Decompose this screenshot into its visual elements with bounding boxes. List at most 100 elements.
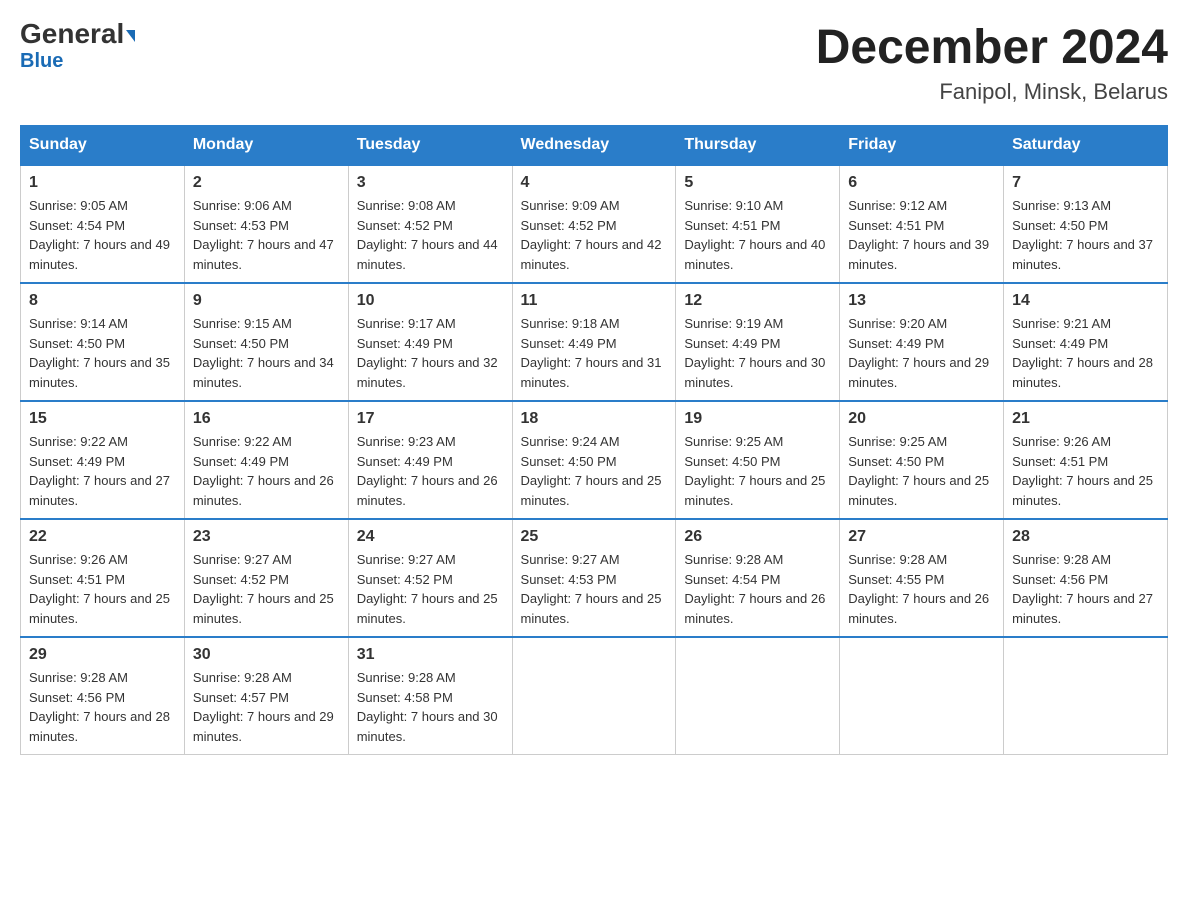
- day-info: Sunrise: 9:28 AM Sunset: 4:54 PM Dayligh…: [684, 550, 831, 628]
- day-number: 16: [193, 410, 340, 428]
- table-row: 22 Sunrise: 9:26 AM Sunset: 4:51 PM Dayl…: [21, 519, 185, 637]
- table-row: 11 Sunrise: 9:18 AM Sunset: 4:49 PM Dayl…: [512, 283, 676, 401]
- table-row: 23 Sunrise: 9:27 AM Sunset: 4:52 PM Dayl…: [184, 519, 348, 637]
- table-row: 15 Sunrise: 9:22 AM Sunset: 4:49 PM Dayl…: [21, 401, 185, 519]
- table-row: 1 Sunrise: 9:05 AM Sunset: 4:54 PM Dayli…: [21, 165, 185, 283]
- title-block: December 2024 Fanipol, Minsk, Belarus: [816, 20, 1168, 105]
- day-info: Sunrise: 9:23 AM Sunset: 4:49 PM Dayligh…: [357, 432, 504, 510]
- day-number: 13: [848, 292, 995, 310]
- day-info: Sunrise: 9:12 AM Sunset: 4:51 PM Dayligh…: [848, 196, 995, 274]
- table-row: 21 Sunrise: 9:26 AM Sunset: 4:51 PM Dayl…: [1004, 401, 1168, 519]
- day-info: Sunrise: 9:22 AM Sunset: 4:49 PM Dayligh…: [29, 432, 176, 510]
- table-row: 29 Sunrise: 9:28 AM Sunset: 4:56 PM Dayl…: [21, 637, 185, 755]
- table-row: 8 Sunrise: 9:14 AM Sunset: 4:50 PM Dayli…: [21, 283, 185, 401]
- day-number: 1: [29, 174, 176, 192]
- day-info: Sunrise: 9:20 AM Sunset: 4:49 PM Dayligh…: [848, 314, 995, 392]
- day-info: Sunrise: 9:28 AM Sunset: 4:56 PM Dayligh…: [1012, 550, 1159, 628]
- table-row: 4 Sunrise: 9:09 AM Sunset: 4:52 PM Dayli…: [512, 165, 676, 283]
- day-number: 17: [357, 410, 504, 428]
- table-row: [840, 637, 1004, 755]
- table-row: 18 Sunrise: 9:24 AM Sunset: 4:50 PM Dayl…: [512, 401, 676, 519]
- day-info: Sunrise: 9:28 AM Sunset: 4:55 PM Dayligh…: [848, 550, 995, 628]
- table-row: [512, 637, 676, 755]
- day-info: Sunrise: 9:09 AM Sunset: 4:52 PM Dayligh…: [521, 196, 668, 274]
- day-number: 23: [193, 528, 340, 546]
- day-info: Sunrise: 9:13 AM Sunset: 4:50 PM Dayligh…: [1012, 196, 1159, 274]
- table-row: 14 Sunrise: 9:21 AM Sunset: 4:49 PM Dayl…: [1004, 283, 1168, 401]
- day-number: 31: [357, 646, 504, 664]
- day-info: Sunrise: 9:08 AM Sunset: 4:52 PM Dayligh…: [357, 196, 504, 274]
- day-number: 30: [193, 646, 340, 664]
- day-info: Sunrise: 9:26 AM Sunset: 4:51 PM Dayligh…: [29, 550, 176, 628]
- day-info: Sunrise: 9:28 AM Sunset: 4:56 PM Dayligh…: [29, 668, 176, 746]
- day-number: 5: [684, 174, 831, 192]
- table-row: 16 Sunrise: 9:22 AM Sunset: 4:49 PM Dayl…: [184, 401, 348, 519]
- day-info: Sunrise: 9:22 AM Sunset: 4:49 PM Dayligh…: [193, 432, 340, 510]
- col-monday: Monday: [184, 126, 348, 166]
- page-header: General Blue December 2024 Fanipol, Mins…: [20, 20, 1168, 105]
- day-number: 26: [684, 528, 831, 546]
- day-number: 24: [357, 528, 504, 546]
- day-number: 10: [357, 292, 504, 310]
- day-info: Sunrise: 9:10 AM Sunset: 4:51 PM Dayligh…: [684, 196, 831, 274]
- day-info: Sunrise: 9:27 AM Sunset: 4:52 PM Dayligh…: [193, 550, 340, 628]
- col-tuesday: Tuesday: [348, 126, 512, 166]
- day-number: 19: [684, 410, 831, 428]
- day-number: 18: [521, 410, 668, 428]
- table-row: 25 Sunrise: 9:27 AM Sunset: 4:53 PM Dayl…: [512, 519, 676, 637]
- day-info: Sunrise: 9:28 AM Sunset: 4:57 PM Dayligh…: [193, 668, 340, 746]
- table-row: 20 Sunrise: 9:25 AM Sunset: 4:50 PM Dayl…: [840, 401, 1004, 519]
- calendar-week-row: 22 Sunrise: 9:26 AM Sunset: 4:51 PM Dayl…: [21, 519, 1168, 637]
- logo-main: General: [20, 20, 135, 48]
- day-number: 25: [521, 528, 668, 546]
- day-number: 14: [1012, 292, 1159, 310]
- table-row: 17 Sunrise: 9:23 AM Sunset: 4:49 PM Dayl…: [348, 401, 512, 519]
- day-number: 2: [193, 174, 340, 192]
- day-number: 22: [29, 528, 176, 546]
- table-row: 31 Sunrise: 9:28 AM Sunset: 4:58 PM Dayl…: [348, 637, 512, 755]
- col-friday: Friday: [840, 126, 1004, 166]
- calendar-week-row: 1 Sunrise: 9:05 AM Sunset: 4:54 PM Dayli…: [21, 165, 1168, 283]
- day-number: 20: [848, 410, 995, 428]
- location-subtitle: Fanipol, Minsk, Belarus: [816, 79, 1168, 105]
- day-info: Sunrise: 9:26 AM Sunset: 4:51 PM Dayligh…: [1012, 432, 1159, 510]
- day-number: 4: [521, 174, 668, 192]
- day-info: Sunrise: 9:18 AM Sunset: 4:49 PM Dayligh…: [521, 314, 668, 392]
- table-row: 3 Sunrise: 9:08 AM Sunset: 4:52 PM Dayli…: [348, 165, 512, 283]
- table-row: 5 Sunrise: 9:10 AM Sunset: 4:51 PM Dayli…: [676, 165, 840, 283]
- calendar-week-row: 8 Sunrise: 9:14 AM Sunset: 4:50 PM Dayli…: [21, 283, 1168, 401]
- table-row: 30 Sunrise: 9:28 AM Sunset: 4:57 PM Dayl…: [184, 637, 348, 755]
- table-row: 2 Sunrise: 9:06 AM Sunset: 4:53 PM Dayli…: [184, 165, 348, 283]
- logo-sub: Blue: [20, 50, 63, 73]
- calendar-title: December 2024: [816, 20, 1168, 75]
- day-number: 29: [29, 646, 176, 664]
- table-row: 12 Sunrise: 9:19 AM Sunset: 4:49 PM Dayl…: [676, 283, 840, 401]
- col-saturday: Saturday: [1004, 126, 1168, 166]
- day-info: Sunrise: 9:19 AM Sunset: 4:49 PM Dayligh…: [684, 314, 831, 392]
- table-row: 19 Sunrise: 9:25 AM Sunset: 4:50 PM Dayl…: [676, 401, 840, 519]
- table-row: [676, 637, 840, 755]
- day-number: 6: [848, 174, 995, 192]
- table-row: 24 Sunrise: 9:27 AM Sunset: 4:52 PM Dayl…: [348, 519, 512, 637]
- day-info: Sunrise: 9:05 AM Sunset: 4:54 PM Dayligh…: [29, 196, 176, 274]
- day-info: Sunrise: 9:28 AM Sunset: 4:58 PM Dayligh…: [357, 668, 504, 746]
- day-number: 7: [1012, 174, 1159, 192]
- table-row: 28 Sunrise: 9:28 AM Sunset: 4:56 PM Dayl…: [1004, 519, 1168, 637]
- calendar-header-row: Sunday Monday Tuesday Wednesday Thursday…: [21, 126, 1168, 166]
- logo: General Blue: [20, 20, 135, 73]
- col-thursday: Thursday: [676, 126, 840, 166]
- day-info: Sunrise: 9:21 AM Sunset: 4:49 PM Dayligh…: [1012, 314, 1159, 392]
- day-info: Sunrise: 9:06 AM Sunset: 4:53 PM Dayligh…: [193, 196, 340, 274]
- day-number: 8: [29, 292, 176, 310]
- day-number: 15: [29, 410, 176, 428]
- day-number: 3: [357, 174, 504, 192]
- table-row: [1004, 637, 1168, 755]
- table-row: 26 Sunrise: 9:28 AM Sunset: 4:54 PM Dayl…: [676, 519, 840, 637]
- table-row: 27 Sunrise: 9:28 AM Sunset: 4:55 PM Dayl…: [840, 519, 1004, 637]
- day-info: Sunrise: 9:24 AM Sunset: 4:50 PM Dayligh…: [521, 432, 668, 510]
- day-number: 11: [521, 292, 668, 310]
- day-info: Sunrise: 9:14 AM Sunset: 4:50 PM Dayligh…: [29, 314, 176, 392]
- table-row: 6 Sunrise: 9:12 AM Sunset: 4:51 PM Dayli…: [840, 165, 1004, 283]
- day-number: 9: [193, 292, 340, 310]
- table-row: 7 Sunrise: 9:13 AM Sunset: 4:50 PM Dayli…: [1004, 165, 1168, 283]
